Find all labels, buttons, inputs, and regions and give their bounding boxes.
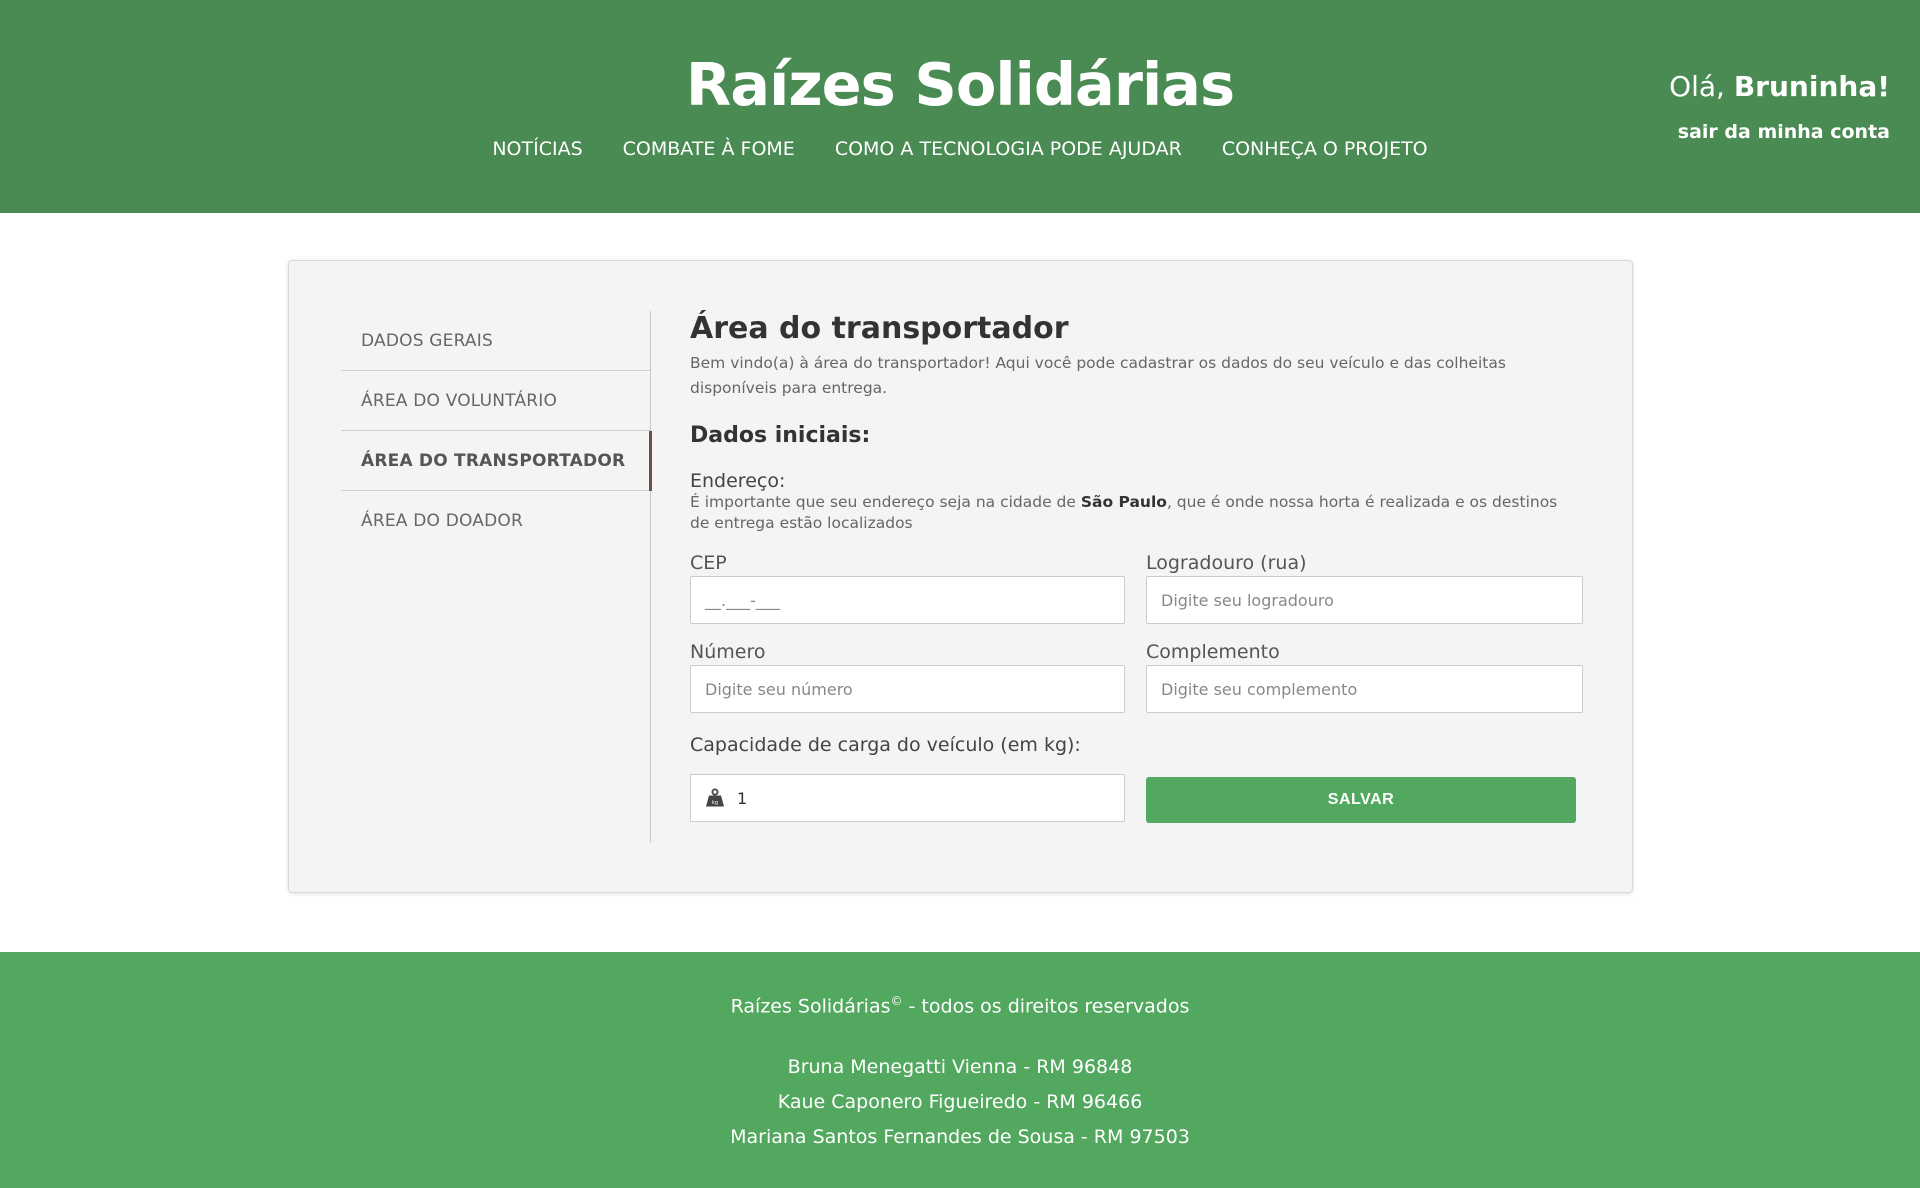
complemento-input[interactable]: Digite seu complemento bbox=[1146, 665, 1583, 713]
nav-link-combate-a-fome[interactable]: COMBATE À FOME bbox=[623, 138, 795, 160]
logradouro-label: Logradouro (rua) bbox=[1146, 552, 1307, 574]
sidebar-item-transportador[interactable]: ÁREA DO TRANSPORTADOR bbox=[341, 431, 652, 491]
save-button[interactable]: SALVAR bbox=[1146, 777, 1576, 823]
nav-link-noticias[interactable]: NOTÍCIAS bbox=[492, 138, 582, 160]
logout-link[interactable]: sair da minha conta bbox=[1678, 121, 1890, 143]
footer-rights: - todos os direitos reservados bbox=[902, 995, 1190, 1018]
capacity-value: 1 bbox=[737, 788, 748, 808]
user-name: Bruninha! bbox=[1733, 70, 1890, 103]
site-header: Raízes Solidárias NOTÍCIAS COMBATE À FOM… bbox=[0, 0, 1920, 213]
sidebar-item-label: ÁREA DO VOLUNTÁRIO bbox=[361, 390, 558, 411]
sidebar-item-label: ÁREA DO TRANSPORTADOR bbox=[361, 450, 626, 471]
copyright-symbol: © bbox=[890, 994, 903, 1008]
footer-brand: Raízes Solidárias bbox=[730, 995, 891, 1018]
main-nav: NOTÍCIAS COMBATE À FOME COMO A TECNOLOGI… bbox=[0, 138, 1920, 160]
sidebar-item-label: DADOS GERAIS bbox=[361, 330, 493, 351]
transporter-panel: DADOS GERAIS ÁREA DO VOLUNTÁRIO ÁREA DO … bbox=[288, 260, 1633, 893]
transporter-content: Área do transportador Bem vindo(a) à áre… bbox=[690, 311, 1590, 534]
member-item: Bruna Menegatti Vienna - RM 96848 bbox=[787, 1056, 1133, 1078]
member-item: Kaue Caponero Figueiredo - RM 96466 bbox=[777, 1091, 1143, 1113]
intro-text: Bem vindo(a) à área do transportador! Aq… bbox=[690, 354, 1506, 397]
address-note: É importante que seu endereço seja na ci… bbox=[690, 492, 1580, 534]
sidebar-item-doador[interactable]: ÁREA DO DOADOR bbox=[341, 491, 650, 551]
sidebar-item-voluntario[interactable]: ÁREA DO VOLUNTÁRIO bbox=[341, 371, 650, 431]
cep-input[interactable]: __.___-___ bbox=[690, 576, 1125, 624]
site-footer: Raízes Solidárias© - todos os direitos r… bbox=[0, 952, 1920, 1188]
greeting-prefix: Olá, bbox=[1669, 70, 1734, 103]
nav-link-conheca-projeto[interactable]: CONHEÇA O PROJETO bbox=[1222, 138, 1428, 160]
footer-copyright: Raízes Solidárias© - todos os direitos r… bbox=[0, 994, 1920, 1017]
capacity-input[interactable]: kg 1 bbox=[690, 774, 1125, 822]
numero-input[interactable]: Digite seu número bbox=[690, 665, 1125, 713]
section-title: Dados iniciais: bbox=[690, 423, 871, 448]
footer-members: Bruna Menegatti Vienna - RM 96848 Kaue C… bbox=[0, 1050, 1920, 1155]
nav-link-tecnologia[interactable]: COMO A TECNOLOGIA PODE AJUDAR bbox=[835, 138, 1182, 160]
sidebar-item-label: ÁREA DO DOADOR bbox=[361, 511, 523, 531]
page-title: Área do transportador bbox=[690, 311, 1069, 346]
capacity-label: Capacidade de carga do veículo (em kg): bbox=[690, 734, 1081, 756]
address-note-before: É importante que seu endereço seja na ci… bbox=[690, 493, 1081, 511]
weight-icon: kg bbox=[706, 788, 724, 807]
address-note-city: São Paulo bbox=[1080, 493, 1167, 511]
complemento-label: Complemento bbox=[1146, 641, 1280, 663]
profile-sidebar: DADOS GERAIS ÁREA DO VOLUNTÁRIO ÁREA DO … bbox=[341, 311, 652, 843]
member-item: Mariana Santos Fernandes de Sousa - RM 9… bbox=[730, 1126, 1190, 1148]
sidebar-item-dados-gerais[interactable]: DADOS GERAIS bbox=[341, 311, 650, 371]
user-greeting: Olá, Bruninha! bbox=[1669, 70, 1890, 103]
address-label: Endereço: bbox=[690, 470, 786, 492]
svg-text:kg: kg bbox=[712, 800, 718, 806]
site-brand[interactable]: Raízes Solidárias bbox=[0, 50, 1920, 119]
numero-label: Número bbox=[690, 641, 766, 663]
cep-label: CEP bbox=[690, 552, 727, 574]
logradouro-input[interactable]: Digite seu logradouro bbox=[1146, 576, 1583, 624]
